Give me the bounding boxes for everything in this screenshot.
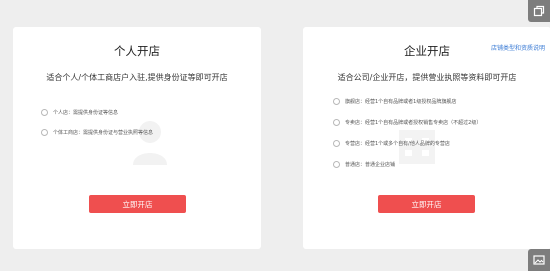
option-label: 普通店：普通企业店铺 [345,161,396,168]
store-type-qualification-link[interactable]: 店铺类型和资质说明 [491,43,545,52]
option-label: 旗舰店：经营1个自有品牌或者1级授权品牌旗舰店 [345,98,457,105]
personal-store-card: 个人开店 适合个人/个体工商店户入驻,提供身份证等即可开店 个人店：需提供身份证… [13,27,261,249]
enterprise-card-description: 适合公司/企业开店，提供营业执照等资料即可开店 [337,73,517,82]
option-regular-store[interactable]: 普通店：普通企业店铺 [333,158,481,170]
enterprise-store-card: 企业开店 店铺类型和资质说明 适合公司/企业开店，提供营业执照等资料即可开店 旗… [303,27,550,249]
enterprise-open-store-button[interactable]: 立即开店 [378,195,475,213]
option-flagship-store[interactable]: 旗舰店：经营1个自有品牌或者1级授权品牌旗舰店 [333,95,481,107]
radio-icon[interactable] [333,160,340,168]
personal-card-description: 适合个人/个体工商店户入驻,提供身份证等即可开店 [46,73,228,82]
personal-open-store-button[interactable]: 立即开店 [89,195,186,213]
personal-card-title: 个人开店 [114,44,160,58]
option-label: 个人店：需提供身份证等信息 [53,109,119,116]
image-icon[interactable] [528,249,550,271]
radio-icon[interactable] [333,118,340,126]
option-label: 个体工商店：需提供身份证与营业执照等信息 [53,129,154,136]
radio-icon[interactable] [41,128,48,136]
copy-icon[interactable] [528,0,550,22]
enterprise-store-type-options: 旗舰店：经营1个自有品牌或者1级授权品牌旗舰店 专卖店：经营1个自有品牌或者授权… [333,95,481,179]
radio-icon[interactable] [333,139,340,147]
radio-icon[interactable] [41,108,48,116]
option-exclusive-store[interactable]: 专卖店：经营1个自有品牌或者授权销售专卖店（不超过2级） [333,116,481,128]
option-label: 专卖店：经营1个自有品牌或者授权销售专卖店（不超过2级） [345,119,482,126]
option-specialty-store[interactable]: 专营店：经营1个或多个自有/他人品牌的专营店 [333,137,481,149]
option-individual-business-store[interactable]: 个体工商店：需提供身份证与营业执照等信息 [41,126,153,138]
radio-icon[interactable] [333,97,340,105]
personal-store-type-options: 个人店：需提供身份证等信息 个体工商店：需提供身份证与营业执照等信息 [41,106,153,146]
option-personal-store[interactable]: 个人店：需提供身份证等信息 [41,106,153,118]
option-label: 专营店：经营1个或多个自有/他人品牌的专营店 [345,140,450,147]
